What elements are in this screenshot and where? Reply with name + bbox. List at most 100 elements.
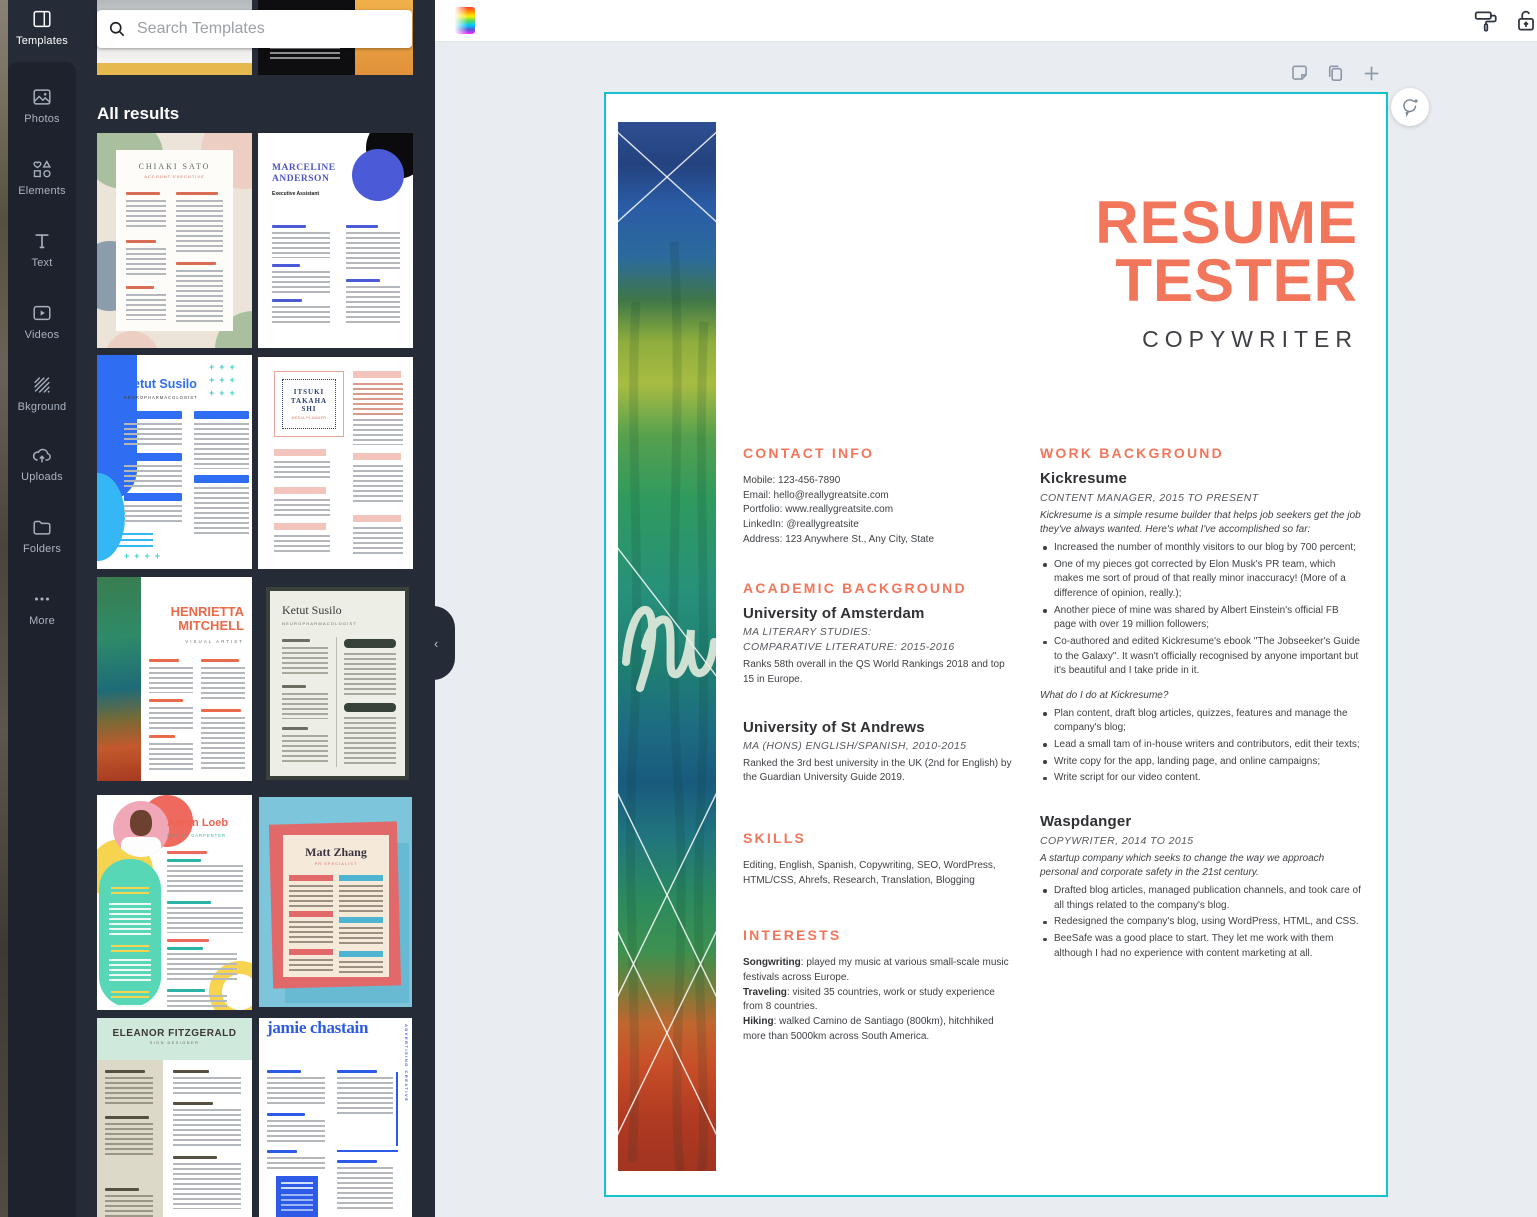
sidebar-item-photos[interactable]: Photos: [8, 86, 76, 125]
decor: [99, 859, 161, 1010]
template-subtitle: MEDIA PLANNER: [291, 416, 327, 421]
decor: [126, 248, 166, 276]
list-item: Lead a small tam of in-house writers and…: [1040, 738, 1362, 753]
template-title: Aaron Loeb: [167, 817, 229, 829]
decor: [353, 515, 401, 522]
decor: [289, 875, 333, 881]
decor: [339, 885, 383, 913]
decor: [173, 1077, 241, 1097]
resume-right-column[interactable]: WORK BACKGROUND Kickresume CONTENT MANAG…: [1040, 445, 1362, 1044]
resume-title[interactable]: RESUME TESTER COPYWRITER: [1095, 192, 1358, 353]
duplicate-page-icon[interactable]: [1324, 62, 1347, 90]
template-thumbnail-aaron-loeb[interactable]: Aaron Loeb SENIOR CARPENTER: [97, 795, 252, 1010]
decor: [176, 262, 216, 265]
decor: [173, 1070, 209, 1073]
template-subtitle: PR SPECIALIST: [314, 861, 358, 866]
left-edge-photo-sliver: [0, 0, 8, 1217]
resume-left-column[interactable]: CONTACT INFO Mobile: 123-456-7890 Email: …: [743, 445, 1017, 1044]
decor: [344, 703, 396, 712]
sidebar-item-label: Text: [31, 257, 53, 269]
sidebar-item-label: Elements: [18, 185, 66, 197]
decor: +++ +++ +++: [209, 362, 240, 398]
decor: [274, 523, 326, 530]
decor: [337, 1150, 398, 1152]
sidebar-item-more[interactable]: More: [8, 588, 76, 627]
template-thumbnail-marceline-anderson[interactable]: MARCELINE ANDERSON Executive Assistant: [258, 133, 413, 348]
decor: [339, 875, 383, 881]
lock-open-icon[interactable]: [1513, 8, 1537, 39]
search-icon: [107, 19, 127, 39]
interest-item: Songwriting: played my music at various …: [743, 957, 1009, 983]
decor: [353, 465, 403, 505]
decor: [346, 232, 400, 272]
decor: [167, 859, 201, 862]
template-thumbnail-chiaki-sato[interactable]: CHIAKI SATO ACCOUNT EXECUTIVE: [97, 133, 252, 348]
sidebar-item-label: Templates: [16, 35, 68, 47]
add-note-icon[interactable]: [1289, 62, 1312, 90]
add-comment-button[interactable]: [1391, 88, 1429, 126]
degree-line: COMPARATIVE LITERATURE: 2015-2016: [743, 641, 955, 654]
template-subtitle: NEUROPHARMACOLOGIST: [124, 395, 198, 400]
template-thumbnail-itsuki-takaha-shi[interactable]: ITSUKI TAKAHA SHI MEDIA PLANNER: [258, 357, 413, 569]
decor: [97, 63, 252, 75]
template-subtitle: SIGN DESIGNER: [149, 1041, 200, 1045]
job-intro: A startup company which seeks to change …: [1040, 852, 1325, 879]
decor: [289, 885, 333, 907]
add-page-icon[interactable]: [1360, 62, 1383, 90]
editor-topbar: [435, 0, 1537, 42]
abstract-painting-image[interactable]: [612, 122, 722, 1172]
sidebar-item-elements[interactable]: Elements: [8, 158, 76, 197]
company-name: Kickresume: [1040, 470, 1128, 487]
decor: [126, 286, 154, 289]
results-label: All results: [97, 104, 180, 123]
decor: [167, 995, 227, 1007]
decor: [167, 907, 243, 933]
template-title: jamie chastain: [267, 1018, 369, 1037]
template-thumbnail-henrietta-mitchell[interactable]: HENRIETTA MITCHELL VISUAL ARTIST: [97, 577, 252, 781]
school-name: University of St Andrews: [743, 718, 925, 736]
template-thumbnail-matt-zhang[interactable]: Matt Zhang PR SPECIALIST: [259, 797, 412, 1007]
list-item: Drafted blog articles, managed publicati…: [1040, 884, 1362, 913]
color-swatch-button[interactable]: [455, 7, 475, 34]
template-title: HENRIETTA MITCHELL: [170, 604, 244, 633]
decor: [274, 535, 330, 555]
decor: [272, 299, 302, 302]
sidebar-item-label: Photos: [24, 113, 60, 125]
template-thumbnail-ketut-susilo-beige[interactable]: Ketut Susilo NEUROPHARMACOLOGIST: [266, 587, 409, 780]
decor: [149, 659, 179, 662]
sidebar-item-label: Uploads: [21, 471, 63, 483]
decor: [336, 637, 337, 767]
decor: [344, 653, 396, 697]
sidebar-item-videos[interactable]: Videos: [8, 302, 76, 341]
decor: [97, 577, 141, 781]
template-thumbnail-ketut-susilo-blue[interactable]: +++ +++ +++ Ketut Susilo NEUROPHARMACOLO…: [97, 355, 252, 569]
sidebar-item-background[interactable]: Bkground: [8, 374, 76, 413]
template-subtitle: NEUROPHARMACOLOGIST: [282, 621, 358, 626]
decor: [126, 240, 156, 243]
sidebar-item-uploads[interactable]: Uploads: [8, 444, 76, 483]
search-input[interactable]: [135, 19, 402, 39]
decor: [353, 527, 403, 555]
design-page[interactable]: RESUME TESTER COPYWRITER CONTACT INFO Mo…: [604, 92, 1388, 1197]
comment-plus-icon: [1403, 99, 1418, 118]
decor: [289, 921, 333, 945]
paint-roller-icon[interactable]: [1473, 8, 1499, 39]
panel-collapse-button[interactable]: ‹: [429, 606, 455, 680]
school-desc: Ranks 58th overall in the QS World Ranki…: [743, 659, 1005, 685]
sidebar-item-folders[interactable]: Folders: [8, 516, 76, 555]
sidebar-item-text[interactable]: Text: [8, 230, 76, 269]
decor: [339, 917, 383, 923]
decor: [272, 225, 306, 228]
decor: [276, 1176, 318, 1217]
sidebar-item-label: Folders: [22, 543, 62, 555]
template-thumbnail-jamie-chastain[interactable]: jamie chastain ADVERTISING CREATIVE: [259, 1018, 412, 1217]
skills-heading: SKILLS: [743, 829, 806, 846]
list-item: Redesigned the company's blog, using Wor…: [1040, 915, 1362, 930]
template-title: Ketut Susilo: [124, 377, 197, 391]
sidebar: Templates Photos Elements Text Videos Bk…: [0, 0, 80, 1217]
decor: [124, 411, 182, 419]
sidebar-item-templates[interactable]: Templates: [8, 8, 76, 47]
job-intro: Kickresume is a simple resume builder th…: [1040, 509, 1361, 536]
decor: [353, 371, 401, 378]
template-thumbnail-eleanor-fitzgerald[interactable]: ELEANOR FITZGERALD SIGN DESIGNER: [97, 1018, 252, 1217]
